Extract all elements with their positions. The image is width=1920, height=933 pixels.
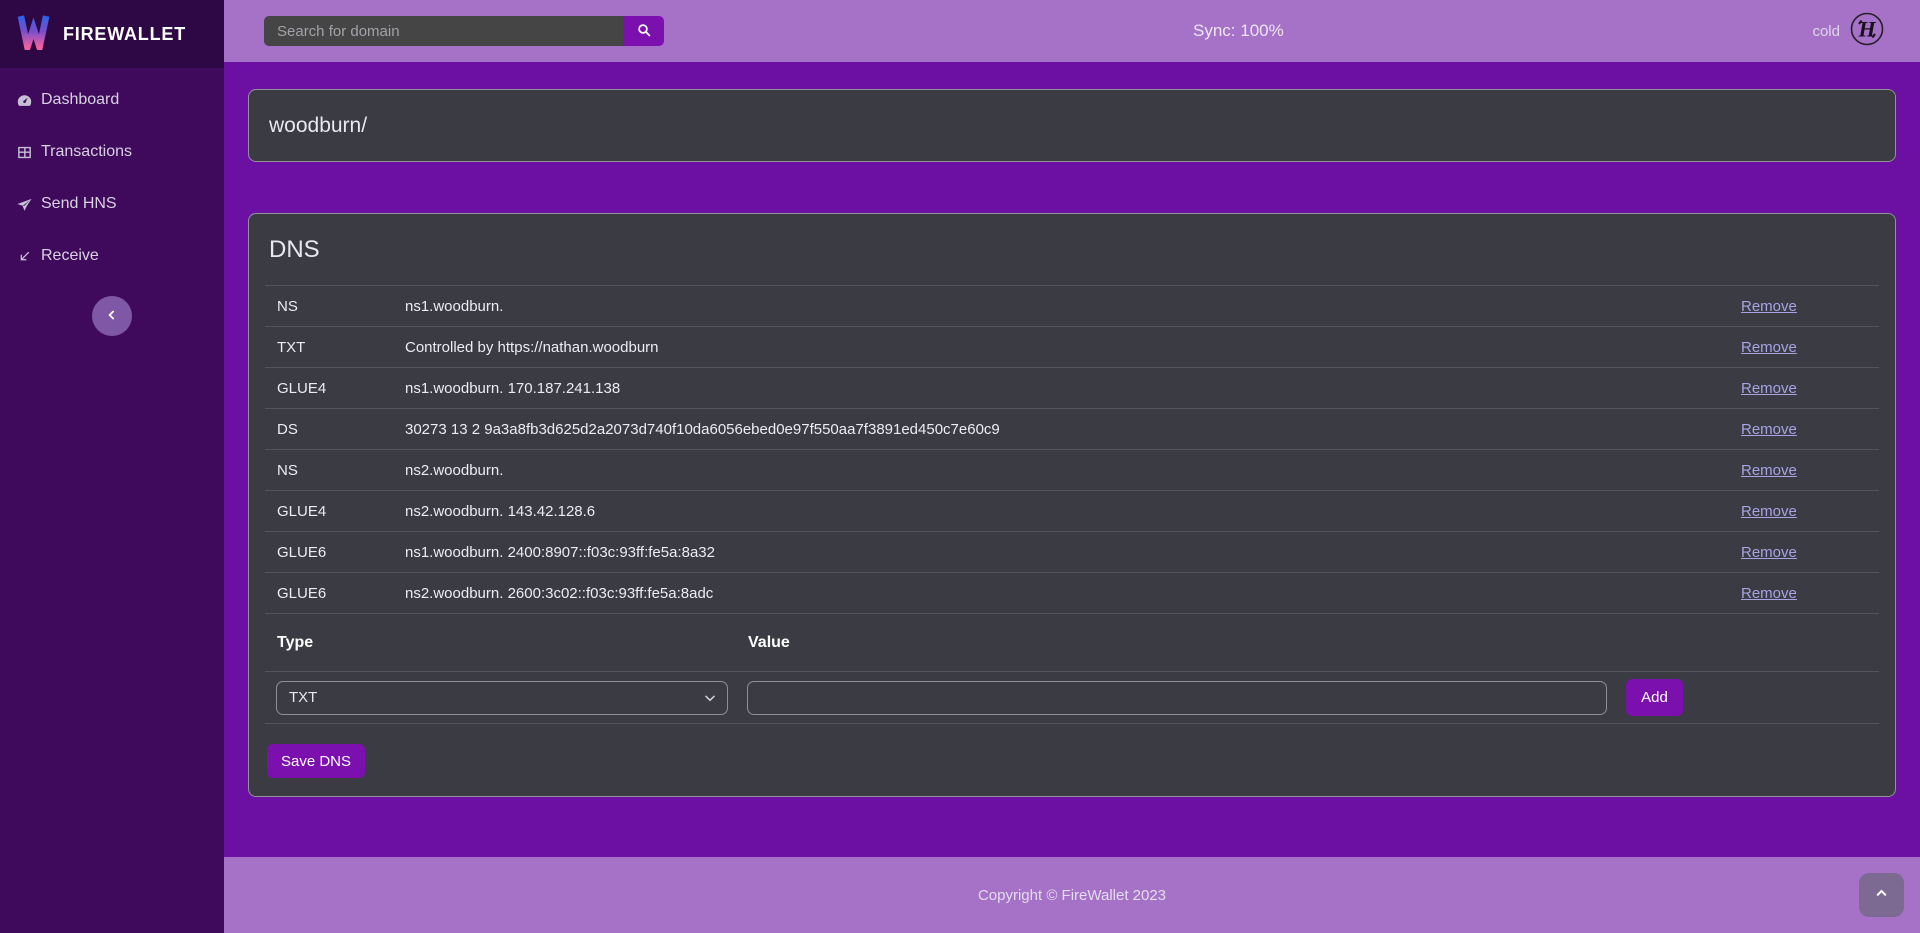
domain-title-card: woodburn/ <box>248 89 1896 162</box>
dns-form-header: Type Value <box>265 613 1879 671</box>
remove-record-link[interactable]: Remove <box>1741 503 1797 520</box>
record-type-select[interactable]: TXT <box>276 681 728 715</box>
app-root: FIREWALLET Dashboard Transactions <box>0 0 1920 933</box>
save-dns-button[interactable]: Save DNS <box>267 744 365 778</box>
value-column-header: Value <box>748 634 1879 652</box>
record-value: ns1.woodburn. <box>393 298 1729 315</box>
wallet-type-label: cold <box>1812 23 1840 40</box>
record-action-cell: Remove <box>1729 503 1879 520</box>
dns-record-row: TXTControlled by https://nathan.woodburn… <box>265 326 1879 367</box>
dns-record-row: GLUE6ns1.woodburn. 2400:8907::f03c:93ff:… <box>265 531 1879 572</box>
sidebar-item-label: Transactions <box>41 143 132 161</box>
record-action-cell: Remove <box>1729 380 1879 397</box>
dns-record-row: GLUE6ns2.woodburn. 2600:3c02::f03c:93ff:… <box>265 572 1879 613</box>
main-column: Sync: 100% cold H woodburn/ DNS NSns <box>224 0 1920 933</box>
chevron-left-icon <box>105 308 119 325</box>
firewallet-logo-icon <box>17 13 50 55</box>
handshake-hns-icon[interactable]: H <box>1849 11 1885 52</box>
content-area: woodburn/ DNS NSns1.woodburn.RemoveTXTCo… <box>224 62 1920 857</box>
type-column-header: Type <box>277 634 748 652</box>
dns-records-table: NSns1.woodburn.RemoveTXTControlled by ht… <box>265 285 1879 613</box>
record-type: DS <box>265 421 393 438</box>
record-value: ns2.woodburn. <box>393 462 1729 479</box>
record-type: GLUE6 <box>265 585 393 602</box>
dns-section-title: DNS <box>265 230 1879 264</box>
record-value: Controlled by https://nathan.woodburn <box>393 339 1729 356</box>
record-action-cell: Remove <box>1729 339 1879 356</box>
record-value: 30273 13 2 9a3a8fb3d625d2a2073d740f10da6… <box>393 421 1729 438</box>
sidebar-item-send-hns[interactable]: Send HNS <box>0 178 224 230</box>
sidebar-item-label: Receive <box>41 247 99 265</box>
dns-record-row: GLUE4ns2.woodburn. 143.42.128.6 Remove <box>265 490 1879 531</box>
wallet-info: cold H <box>1812 0 1885 62</box>
remove-record-link[interactable]: Remove <box>1741 421 1797 438</box>
record-action-cell: Remove <box>1729 544 1879 561</box>
dns-record-row: NSns2.woodburn. Remove <box>265 449 1879 490</box>
topbar: Sync: 100% cold H <box>224 0 1920 62</box>
record-value: ns2.woodburn. 2600:3c02::f03c:93ff:fe5a:… <box>393 585 1729 602</box>
record-action-cell: Remove <box>1729 585 1879 602</box>
record-value: ns1.woodburn. 2400:8907::f03c:93ff:fe5a:… <box>393 544 1729 561</box>
search-button[interactable] <box>623 16 664 46</box>
sidebar-collapse-button[interactable] <box>92 296 132 336</box>
brand-title: FIREWALLET <box>63 24 186 45</box>
record-action-cell: Remove <box>1729 298 1879 315</box>
remove-record-link[interactable]: Remove <box>1741 462 1797 479</box>
svg-text:H: H <box>1857 16 1876 41</box>
paper-plane-icon <box>16 196 33 213</box>
dns-record-row: NSns1.woodburn. Remove <box>265 285 1879 326</box>
record-type: TXT <box>265 339 393 356</box>
page-title: woodburn/ <box>269 114 367 138</box>
dns-add-record-row: TXT Add <box>265 671 1879 724</box>
arrow-down-left-icon <box>16 248 33 265</box>
gauge-icon <box>16 92 33 109</box>
dns-card: DNS NSns1.woodburn.RemoveTXTControlled b… <box>248 213 1896 797</box>
table-icon <box>16 144 33 161</box>
record-type: GLUE4 <box>265 503 393 520</box>
dns-record-row: DS30273 13 2 9a3a8fb3d625d2a2073d740f10d… <box>265 408 1879 449</box>
record-value-input[interactable] <box>747 681 1607 715</box>
sidebar-menu: Dashboard Transactions Send HNS <box>0 68 224 282</box>
sidebar-item-label: Dashboard <box>41 91 119 109</box>
sidebar-item-label: Send HNS <box>41 195 117 213</box>
copyright-text: Copyright © FireWallet 2023 <box>978 887 1166 904</box>
record-type: GLUE6 <box>265 544 393 561</box>
record-type: NS <box>265 462 393 479</box>
remove-record-link[interactable]: Remove <box>1741 380 1797 397</box>
remove-record-link[interactable]: Remove <box>1741 339 1797 356</box>
remove-record-link[interactable]: Remove <box>1741 298 1797 315</box>
chevron-up-icon <box>1874 886 1889 904</box>
sync-status: Sync: 100% <box>1193 0 1284 62</box>
search-input[interactable] <box>264 16 623 46</box>
sidebar-item-dashboard[interactable]: Dashboard <box>0 74 224 126</box>
add-record-button[interactable]: Add <box>1626 679 1683 716</box>
remove-record-link[interactable]: Remove <box>1741 585 1797 602</box>
record-value: ns1.woodburn. 170.187.241.138 <box>393 380 1729 397</box>
sidebar-item-transactions[interactable]: Transactions <box>0 126 224 178</box>
footer: Copyright © FireWallet 2023 <box>224 857 1920 933</box>
brand[interactable]: FIREWALLET <box>0 0 224 68</box>
scroll-to-top-button[interactable] <box>1859 873 1904 917</box>
record-value: ns2.woodburn. 143.42.128.6 <box>393 503 1729 520</box>
record-action-cell: Remove <box>1729 421 1879 438</box>
record-type: GLUE4 <box>265 380 393 397</box>
domain-search <box>264 16 664 46</box>
remove-record-link[interactable]: Remove <box>1741 544 1797 561</box>
search-icon <box>636 22 652 41</box>
record-action-cell: Remove <box>1729 462 1879 479</box>
sidebar: FIREWALLET Dashboard Transactions <box>0 0 224 933</box>
record-type: NS <box>265 298 393 315</box>
sidebar-item-receive[interactable]: Receive <box>0 230 224 282</box>
dns-record-row: GLUE4ns1.woodburn. 170.187.241.138 Remove <box>265 367 1879 408</box>
